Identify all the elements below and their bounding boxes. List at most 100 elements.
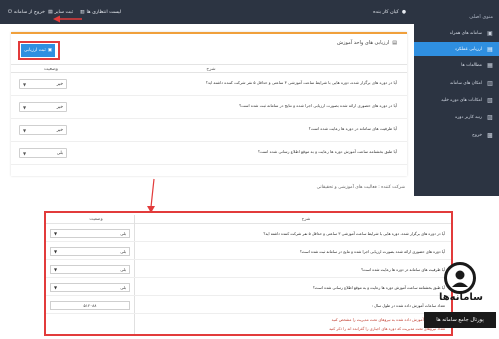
answer-select[interactable]: ▼ بلی <box>50 229 130 238</box>
person-icon <box>452 270 468 287</box>
answer-value: بلی <box>120 249 126 254</box>
sidebar-item-label: رتبه کاربر دوره <box>455 114 482 120</box>
exit-icon: ▩ <box>487 131 493 139</box>
zoomed-table: وضعیت شرح آیا در دوره های برگزار شده، دو… <box>44 211 453 336</box>
sidebar-item-features[interactable]: ▥ امکان های سامانه <box>414 76 499 90</box>
sidebar-heading: منوی اصلی <box>469 14 493 20</box>
watermark-subtitle: پورتال جامع سامانه ها <box>424 312 496 328</box>
settings-icon: ▧ <box>487 96 493 104</box>
answer-value: بلی <box>120 267 126 272</box>
arrow-left-icon <box>53 15 82 23</box>
answer-value: بلی <box>120 285 126 290</box>
chevron-down-icon: ▼ <box>23 127 27 133</box>
chart-icon: ▤ <box>487 45 493 53</box>
hours-value: ۵۱۲۰۸۸ <box>83 303 97 308</box>
sidebar: منوی اصلی ▣ سامانه های همراه ▤ ارزیابی ع… <box>414 0 499 196</box>
watermark-name: ساماﻧﻪها <box>438 292 484 303</box>
book-icon: ▦ <box>487 61 493 69</box>
report-link[interactable]: ▥ لیست انتظاری ها <box>80 0 121 24</box>
column-question: شرح <box>301 217 311 222</box>
mobile-icon: ▣ <box>487 29 493 37</box>
question-text: آیا ظرفیت های سامانه در دوره ها رعایت شد… <box>361 267 445 272</box>
chevron-down-icon: ▼ <box>23 81 27 87</box>
logout-link[interactable]: ⏻ خروج از سامانه <box>8 0 45 24</box>
sidebar-item-label: خروج <box>472 132 482 138</box>
chevron-down-icon: ▼ <box>54 249 58 254</box>
table-row: آیا در دوره های برگزار شده، دوره هایی با… <box>46 226 451 242</box>
sidebar-item-studies[interactable]: ▦ مطالعات ها <box>414 58 499 72</box>
star-icon: ▨ <box>487 113 493 121</box>
arrow-down-icon <box>147 178 155 213</box>
hours-input[interactable]: ۵۱۲۰۸۸ <box>50 301 130 310</box>
sidebar-item-course-features[interactable]: ▧ امکانات های دوره خلیه <box>414 93 499 107</box>
user-name: کیان کار بنده <box>373 9 399 15</box>
column-question: شرح <box>206 67 216 72</box>
sidebar-item-label: مطالعات ها <box>461 62 482 68</box>
question-text: آیا طبق بخشنامه ساعت آموزش دوره ها رعایت… <box>257 149 397 154</box>
panel-title-text: ارزیابی های واحد آموزش <box>337 40 390 46</box>
question-text: آیا ظرفیت های سامانه در دوره ها رعایت شد… <box>308 126 397 131</box>
section-subtitle: شرکت کننده : فعالیت های آموزشی و تحقیقات… <box>316 185 405 190</box>
table-row: آیا دوره های حضوری ارائه شده بصورت ارزیا… <box>46 244 451 260</box>
table-row: آیا در دوره های حضوری ارائه شده بصورت ار… <box>11 97 407 119</box>
report-label: لیست انتظاری ها <box>86 9 122 15</box>
sidebar-item-label: امکان های سامانه <box>449 80 482 86</box>
answer-value: خیر <box>56 104 63 110</box>
grid-icon: ▥ <box>487 79 493 87</box>
document-icon: ▥ <box>80 9 85 15</box>
table-row: آیا ظرفیت های سامانه در دوره ها رعایت شد… <box>46 262 451 278</box>
question-text: آیا در دوره های برگزار شده، دوره هایی با… <box>205 80 397 85</box>
table-row: آیا طبق بخشنامه ساعت آموزش دوره ها رعایت… <box>11 143 407 165</box>
logout-label: خروج از سامانه <box>13 9 45 15</box>
answer-value: بلی <box>56 150 63 156</box>
table-row: آیا ظرفیت های سامانه در دوره ها رعایت شد… <box>11 120 407 142</box>
chevron-down-icon: ▼ <box>54 285 58 290</box>
clipboard-icon: ▤ <box>392 40 397 46</box>
question-text: آیا در دوره های حضوری ارائه شده بصورت ار… <box>239 103 397 108</box>
question-text: آیا دوره های حضوری ارائه شده بصورت ارزیا… <box>299 249 445 254</box>
sidebar-item-ranking[interactable]: ▨ رتبه کاربر دوره <box>414 110 499 124</box>
chevron-down-icon: ▼ <box>54 231 58 236</box>
sidebar-item-label: ارزیابی عملکرد <box>454 46 482 52</box>
screen: ⏻ خروج از سامانه ▤ ثبت سایر ▥ لیست انتظا… <box>0 0 499 339</box>
list-icon: ▤ <box>48 9 53 15</box>
answer-value: خیر <box>56 81 63 87</box>
chevron-down-icon: ▼ <box>23 150 27 156</box>
evaluation-panel: ارزیابی های واحد آموزش ▤ ثبت ارزیابی ▣ و… <box>11 32 407 176</box>
table-row: آیا در دوره های برگزار شده، دوره هایی با… <box>11 74 407 96</box>
panel-title: ارزیابی های واحد آموزش ▤ <box>337 40 397 46</box>
power-icon: ⏻ <box>8 10 12 15</box>
logo-icon <box>444 262 476 294</box>
answer-select[interactable]: ▼ خیر <box>19 79 67 89</box>
sidebar-item-label: سامانه های همراه <box>449 30 482 36</box>
user-menu[interactable]: کیان کار بنده ● <box>373 0 406 24</box>
column-status: وضعیت <box>44 67 58 72</box>
answer-select[interactable]: ▼ خیر <box>19 102 67 112</box>
user-icon: ● <box>401 9 406 15</box>
table-row: تعداد ساعات آموزش داده شده در طول سال : … <box>46 298 451 314</box>
sidebar-item-mobile[interactable]: ▣ سامانه های همراه <box>414 26 499 40</box>
answer-select[interactable]: ▼ بلی <box>50 283 130 292</box>
sidebar-item-exit[interactable]: ▩ خروج <box>414 128 499 142</box>
answer-select[interactable]: ▼ بلی <box>50 247 130 256</box>
answer-value: خیر <box>56 127 63 133</box>
answer-select[interactable]: ▼ بلی <box>50 265 130 274</box>
table-header: وضعیت شرح <box>46 215 451 224</box>
sidebar-item-label: امکانات های دوره خلیه <box>441 97 482 103</box>
submit-evaluation-button[interactable]: ثبت ارزیابی ▣ <box>21 44 55 57</box>
answer-select[interactable]: ▼ بلی <box>19 148 67 158</box>
answer-value: بلی <box>120 231 126 236</box>
question-text: آیا طبق بخشنامه ساعت آموزش دوره ها رعایت… <box>312 285 445 290</box>
watermark-logo: ساماﻧﻪها پورتال جامع سامانه ها <box>424 262 496 336</box>
sidebar-item-evaluation[interactable]: ▤ ارزیابی عملکرد <box>414 42 499 56</box>
lists-label: ثبت سایر <box>54 9 74 15</box>
column-status: وضعیت <box>89 217 103 222</box>
submit-evaluation-label: ثبت ارزیابی <box>24 48 46 53</box>
answer-select[interactable]: ▼ خیر <box>19 125 67 135</box>
chevron-down-icon: ▼ <box>54 267 58 272</box>
table-header: وضعیت شرح <box>11 64 407 73</box>
question-text: آیا در دوره های برگزار شده، دوره هایی با… <box>263 231 445 236</box>
chevron-down-icon: ▼ <box>23 104 27 110</box>
save-icon: ▣ <box>47 48 52 53</box>
table-row: آیا طبق بخشنامه ساعت آموزش دوره ها رعایت… <box>46 280 451 296</box>
